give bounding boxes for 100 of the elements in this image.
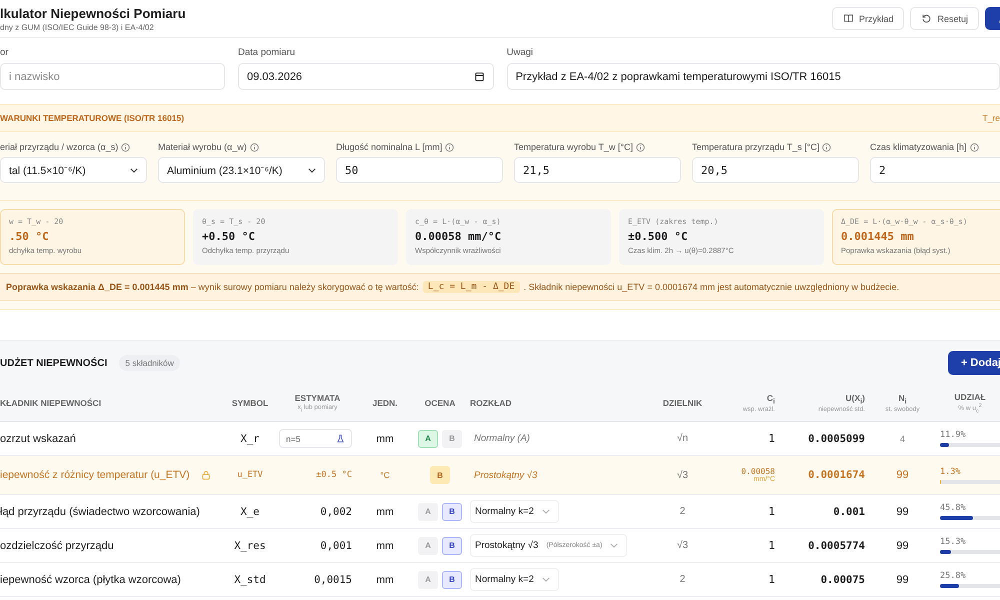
share-value: 45.8% [940, 503, 966, 513]
column-header: C$_{i}$ [766, 392, 775, 406]
component-name: ozdzielczość przyrządu [0, 540, 114, 552]
rating-toggle[interactable]: A [418, 430, 438, 448]
info-icon[interactable] [636, 142, 645, 152]
uncertainty-cell: 0.0005774 [808, 540, 865, 552]
symbol-cell: u_ETV [237, 470, 263, 480]
field-label: or [0, 47, 10, 58]
chevron-icon [308, 168, 316, 172]
result-value: +0.50 °C [202, 230, 256, 243]
chevron-icon [130, 168, 138, 172]
column-header: OCENA [424, 398, 456, 408]
section-title: UDŻET NIEPEWNOŚCI [0, 358, 108, 368]
distribution-text: Prostokątny √3 [474, 470, 538, 480]
component-name: ozrzut wskazań [0, 432, 76, 444]
divisor-cell: √3 [676, 540, 688, 551]
measurements-field[interactable]: n=5 [279, 429, 352, 448]
text-field[interactable]: i nazwisko [0, 63, 225, 90]
column-header: U(X$_{i}$) [846, 392, 865, 406]
result-value: 0.001445 mm [841, 230, 915, 243]
coefficient-cell: 0.00058 [741, 467, 775, 476]
share-value: 25.8% [940, 571, 966, 581]
app-title: lkulator Niepewności Pomiaru [0, 6, 186, 20]
field-label: Materiał wyrobu (α_w) [158, 142, 247, 152]
chevron-icon [610, 543, 618, 548]
app-subtitle: dny z GUM (ISO/IEC Guide 98-3) i EA-4/02 [0, 22, 155, 32]
symbol-cell: X_std [234, 574, 266, 586]
share-value: 1.3% [940, 466, 960, 476]
rating-toggle[interactable]: B [442, 502, 462, 520]
coefficient-cell: 1 [768, 539, 775, 552]
info-icon[interactable] [445, 142, 454, 152]
reset-button[interactable]: Resetuj [910, 7, 979, 30]
field-label: eriał przyrządu / wzorca (α_s) [0, 142, 118, 152]
number-field[interactable]: 2 [870, 157, 1000, 183]
rating-toggle[interactable]: B [442, 570, 462, 588]
rating-toggle[interactable]: B [430, 466, 450, 484]
uncertainty-cell: 0.0001674 [808, 469, 865, 481]
book-icon [842, 13, 854, 24]
result-value: 0.00058 mm/°C [415, 230, 502, 243]
estimate-value: 0,001 [320, 540, 352, 552]
symbol-cell: X_res [234, 540, 266, 552]
dof-cell: 99 [896, 469, 909, 481]
column-header: KŁADNIK NIEPEWNOŚCI [0, 398, 102, 408]
reset-icon [921, 13, 932, 24]
column-header: DZIELNIK [662, 398, 702, 408]
number-field[interactable]: 50 [336, 157, 503, 183]
column-header: N$_{i}$ [898, 392, 907, 406]
date-field[interactable]: 09.03.2026 [238, 63, 494, 90]
dof-cell: 99 [896, 540, 909, 552]
coefficient-cell: 1 [768, 432, 775, 445]
lock-icon [201, 470, 211, 480]
field-label: Długość nominalna L [mm] [336, 142, 442, 152]
formula-chip: L_c = L_m - Δ_DE [422, 281, 520, 293]
component-name: iepewność wzorca (płytka wzorcowa) [0, 574, 181, 586]
dof-cell: 99 [896, 574, 909, 586]
coefficient-cell: 1 [768, 573, 775, 586]
result-value: .50 °C [9, 230, 50, 243]
example-button[interactable]: Przykład [832, 7, 904, 30]
result-value: ±0.500 °C [628, 230, 689, 243]
field-label: Czas klimatyzowania [h] [870, 142, 967, 152]
flask-icon[interactable] [336, 434, 345, 443]
chevron-icon [542, 577, 550, 582]
calendar-icon[interactable] [474, 71, 485, 82]
estimate-value: ±0.5 °C [316, 470, 352, 480]
field-label: Data pomiaru [238, 47, 296, 58]
divisor-cell: √3 [676, 470, 688, 480]
divisor-cell: √n [676, 433, 688, 444]
notice-text: Poprawka wskazania Δ_DE = 0.001445 mm – wynik surowy pomiaru należy skorygować o tę wartość: [6, 282, 419, 292]
share-value: 11.9% [940, 430, 966, 440]
distribution-select[interactable]: Normalny k=2 [470, 568, 559, 591]
text-field[interactable]: Przykład z EA-4/02 z poprawkami temperaturowymi ISO/TR 16015 [506, 63, 1000, 90]
info-icon[interactable] [121, 142, 130, 152]
info-icon[interactable] [250, 142, 259, 152]
number-field[interactable]: 20,5 [692, 157, 859, 183]
share-value: 15.3% [940, 537, 966, 547]
count-badge: 5 składników [119, 355, 180, 371]
distribution-text: Normalny (A) [474, 433, 530, 444]
select-field[interactable]: tal (11.5×10⁻⁶/K) [0, 157, 147, 183]
rating-toggle[interactable]: B [442, 536, 462, 554]
info-icon[interactable] [970, 142, 979, 152]
number-field[interactable]: 21,5 [514, 157, 681, 183]
unit-cell: mm [376, 432, 394, 444]
field-label: Uwagi [506, 47, 534, 58]
field-label: Temperatura przyrządu T_s [°C] [692, 142, 820, 152]
section-title: WARUNKI TEMPERATUROWE (ISO/TR 16015) [0, 113, 184, 123]
coefficient-cell: 1 [768, 505, 775, 518]
uncertainty-cell: 0.00075 [820, 574, 865, 586]
symbol-cell: X_r [240, 432, 260, 444]
chevron-icon [542, 509, 550, 514]
divisor-cell: 2 [680, 574, 686, 585]
column-header: ROZKŁAD [470, 398, 512, 408]
info-icon[interactable] [822, 142, 832, 152]
reference-note: T_re [982, 113, 1000, 123]
column-header: UDZIAŁ [954, 392, 986, 402]
estimate-value: 0,0015 [314, 574, 352, 586]
unit-cell: mm [376, 540, 394, 552]
distribution-select[interactable]: Normalny k=2 [470, 500, 559, 523]
component-name: łąd przyrządu (świadectwo wzorcowania) [0, 506, 200, 518]
add-button[interactable]: + Dodaj [948, 351, 1000, 375]
select-field[interactable]: Aluminium (23.1×10⁻⁶/K) [158, 157, 325, 183]
